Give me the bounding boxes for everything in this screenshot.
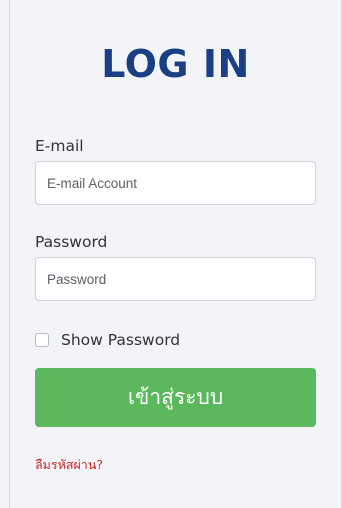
login-panel: LOG IN E-mail Password Show Password เข้…	[9, 0, 342, 508]
forgot-password-link[interactable]: ลืมรหัสผ่าน?	[35, 455, 103, 475]
show-password-toggle[interactable]: Show Password	[35, 330, 180, 350]
show-password-label: Show Password	[61, 331, 181, 349]
password-label: Password	[35, 233, 108, 251]
email-label: E-mail	[35, 137, 84, 155]
login-button[interactable]: เข้าสู่ระบบ	[35, 368, 316, 427]
password-field[interactable]	[35, 257, 316, 301]
show-password-checkbox[interactable]	[35, 333, 49, 347]
page-title: LOG IN	[101, 42, 250, 86]
email-field[interactable]	[35, 161, 316, 205]
